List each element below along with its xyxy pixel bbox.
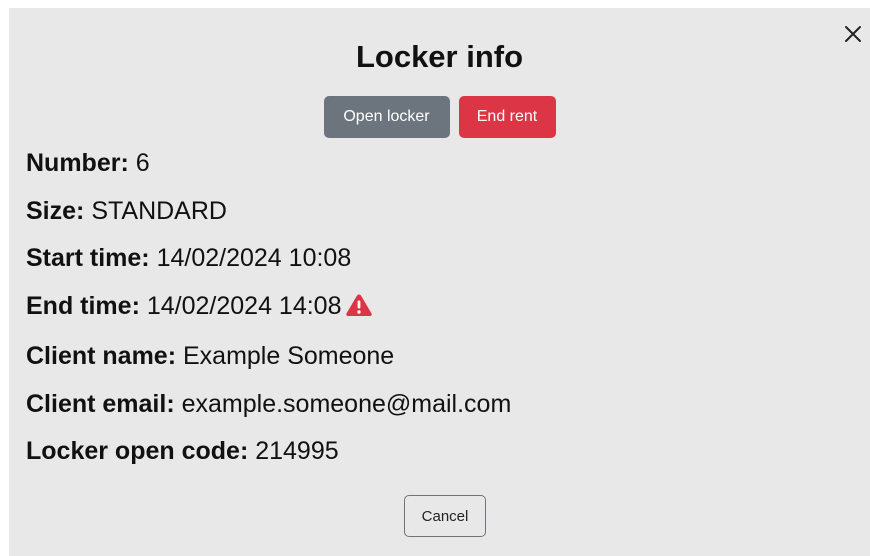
detail-label: Size:	[26, 196, 85, 225]
detail-label: Client email:	[26, 389, 175, 418]
dialog-actions: Open locker End rent	[9, 96, 870, 138]
detail-value: 6	[135, 149, 150, 177]
warning-triangle-icon	[345, 286, 373, 334]
detail-value: example.someone@mail.com	[181, 389, 512, 418]
open-locker-button[interactable]: Open locker	[323, 96, 450, 138]
detail-value: 14/02/2024 10:08	[156, 244, 352, 272]
detail-open-code: Locker open code: 214995	[26, 428, 511, 476]
locker-details: Number: 6 Size: STANDARD Start time: 14/…	[26, 140, 511, 476]
detail-size: Size: STANDARD	[26, 188, 511, 236]
end-rent-button[interactable]: End rent	[458, 96, 556, 138]
detail-number: Number: 6	[26, 140, 511, 188]
locker-info-dialog: Locker info Open locker End rent Number:…	[9, 8, 870, 556]
detail-start-time: Start time: 14/02/2024 10:08	[26, 235, 511, 283]
cancel-button[interactable]: Cancel	[404, 495, 486, 537]
detail-label: Client name:	[26, 342, 177, 370]
detail-value: 214995	[255, 437, 339, 465]
detail-label: Locker open code:	[26, 437, 249, 465]
detail-label: End time:	[26, 291, 140, 320]
dialog-title: Locker info	[355, 39, 524, 74]
detail-label: Start time:	[26, 244, 150, 272]
detail-value: Example Someone	[182, 342, 395, 370]
detail-value: 14/02/2024 14:08	[146, 291, 342, 320]
detail-client-name: Client name: Example Someone	[26, 333, 511, 381]
detail-label: Number:	[26, 149, 129, 177]
detail-value: STANDARD	[91, 196, 227, 225]
detail-client-email: Client email: example.someone@mail.com	[26, 381, 511, 429]
detail-end-time: End time: 14/02/2024 14:08	[26, 283, 511, 334]
